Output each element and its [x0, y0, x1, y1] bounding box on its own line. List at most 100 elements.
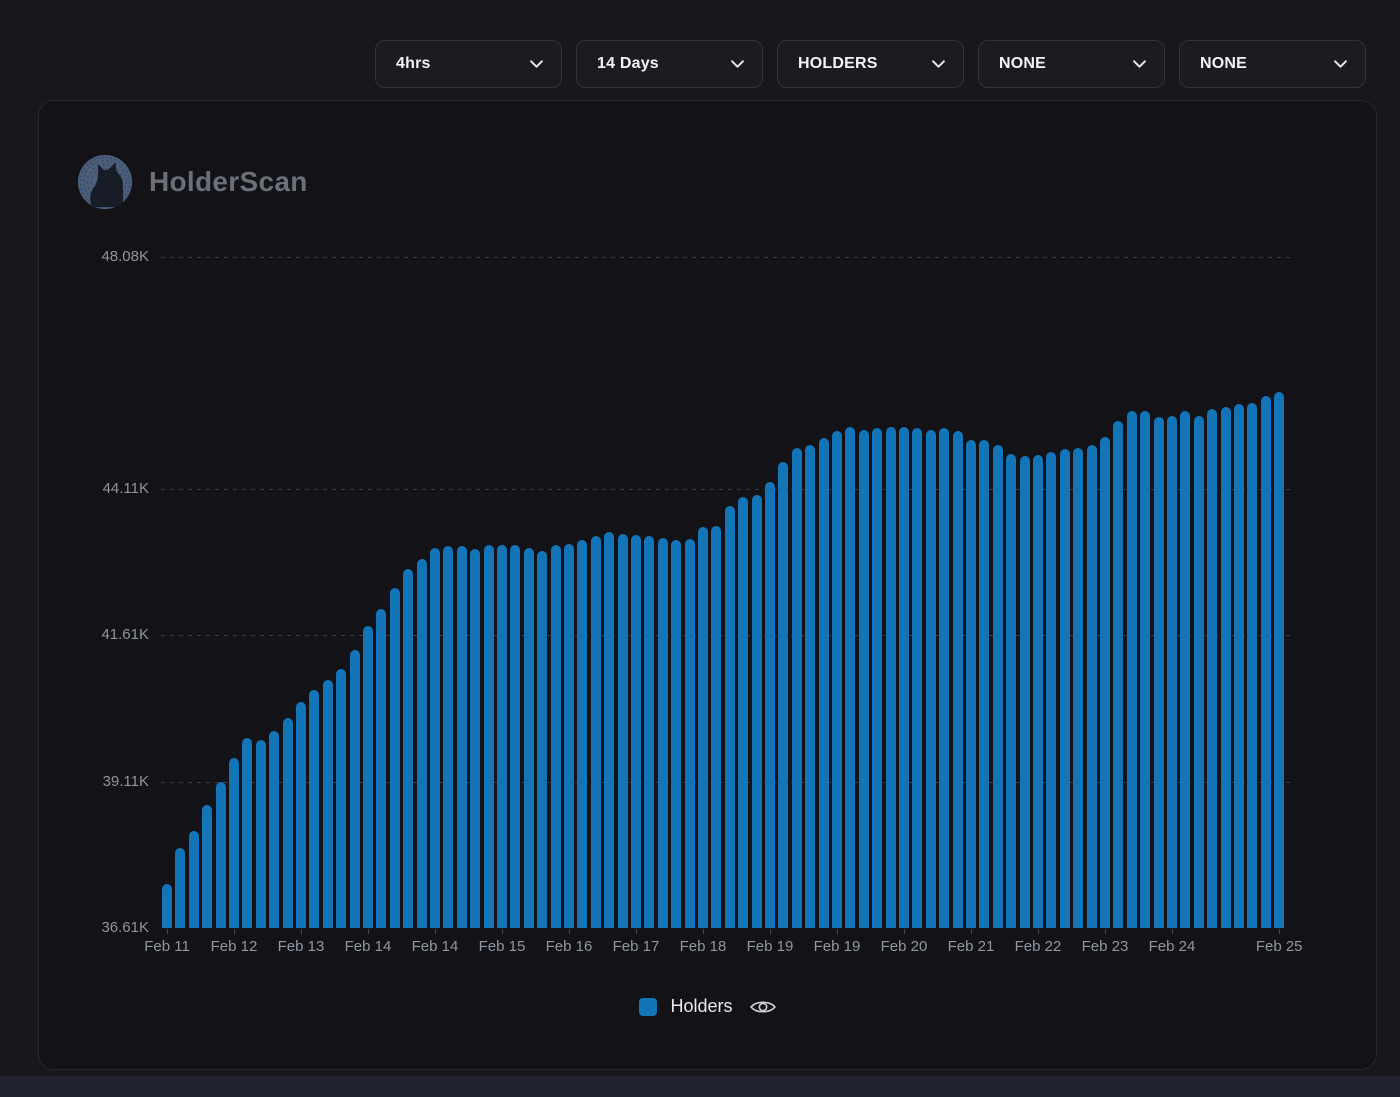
holders-bar[interactable]: [738, 497, 748, 928]
holders-bar[interactable]: [671, 540, 681, 928]
holders-bar[interactable]: [698, 527, 708, 928]
holders-bar[interactable]: [202, 805, 212, 928]
holders-bar[interactable]: [618, 534, 628, 928]
x-axis-tick: [234, 929, 235, 934]
holders-bar[interactable]: [1261, 396, 1271, 928]
holders-bar[interactable]: [1234, 404, 1244, 928]
x-axis-tick: [703, 929, 704, 934]
holders-bar[interactable]: [1247, 403, 1257, 928]
x-axis-label: Feb 19: [803, 937, 871, 957]
holders-bar[interactable]: [859, 430, 869, 928]
holders-bar[interactable]: [175, 848, 185, 928]
holders-bar[interactable]: [711, 526, 721, 928]
holders-bar[interactable]: [1127, 411, 1137, 928]
holders-bar[interactable]: [457, 546, 467, 928]
holders-bar[interactable]: [1274, 392, 1284, 928]
holders-bar[interactable]: [256, 740, 266, 928]
holders-bar[interactable]: [363, 626, 373, 928]
holders-bar[interactable]: [1207, 409, 1217, 928]
holders-bar[interactable]: [417, 559, 427, 928]
holders-bar[interactable]: [1113, 421, 1123, 928]
holders-bar[interactable]: [430, 548, 440, 928]
holders-bar[interactable]: [872, 428, 882, 928]
holders-bar[interactable]: [953, 431, 963, 928]
holders-bar[interactable]: [551, 545, 561, 928]
x-axis-label: Feb 11: [133, 937, 201, 957]
holders-bar[interactable]: [1100, 437, 1110, 928]
holders-bar[interactable]: [939, 428, 949, 928]
holders-bar[interactable]: [1060, 449, 1070, 928]
holders-bar[interactable]: [1073, 448, 1083, 928]
holders-bar[interactable]: [350, 650, 360, 928]
holders-bar[interactable]: [1020, 456, 1030, 928]
holders-bar[interactable]: [926, 430, 936, 928]
holders-bar[interactable]: [242, 738, 252, 928]
filter-row: 4hrs 14 Days HOLDERS NONE NONE: [375, 40, 1366, 88]
holders-bar[interactable]: [819, 438, 829, 928]
holders-bar[interactable]: [577, 540, 587, 928]
holders-bar[interactable]: [979, 440, 989, 928]
holders-bar[interactable]: [283, 718, 293, 928]
holders-bar[interactable]: [832, 431, 842, 928]
holders-bar[interactable]: [591, 536, 601, 928]
holders-bar[interactable]: [537, 551, 547, 928]
holders-bar[interactable]: [403, 569, 413, 928]
holders-bar[interactable]: [685, 539, 695, 928]
holders-bar[interactable]: [269, 731, 279, 928]
holders-bar[interactable]: [470, 549, 480, 928]
holders-bar[interactable]: [1180, 411, 1190, 928]
x-axis-label: Feb 14: [334, 937, 402, 957]
holders-bar[interactable]: [1046, 452, 1056, 928]
holders-bar[interactable]: [658, 538, 668, 928]
legend-swatch[interactable]: [639, 998, 657, 1016]
holders-bar[interactable]: [725, 506, 735, 928]
holders-bar[interactable]: [376, 609, 386, 928]
holders-bar[interactable]: [309, 690, 319, 928]
holders-bar[interactable]: [765, 482, 775, 928]
holders-bar[interactable]: [631, 535, 641, 928]
holders-bar[interactable]: [1221, 407, 1231, 928]
holders-bar[interactable]: [296, 702, 306, 928]
holders-bar[interactable]: [1033, 455, 1043, 928]
holders-bar[interactable]: [1140, 411, 1150, 928]
holders-bar[interactable]: [323, 680, 333, 928]
filter-dropdown-1[interactable]: 4hrs: [375, 40, 562, 88]
holders-bar[interactable]: [752, 495, 762, 928]
holders-bar[interactable]: [886, 427, 896, 928]
holders-bar[interactable]: [1194, 416, 1204, 928]
eye-icon[interactable]: [750, 998, 776, 1016]
holders-bar[interactable]: [390, 588, 400, 928]
holders-bar[interactable]: [162, 884, 172, 928]
filter-dropdown-4[interactable]: NONE: [978, 40, 1165, 88]
holders-bar[interactable]: [510, 545, 520, 928]
holders-bar[interactable]: [778, 462, 788, 928]
holders-bar[interactable]: [1087, 445, 1097, 928]
holders-bar[interactable]: [966, 440, 976, 928]
y-axis-label: 44.11K: [39, 480, 149, 498]
holders-bar[interactable]: [497, 545, 507, 928]
holders-bar[interactable]: [229, 758, 239, 928]
holders-bar[interactable]: [443, 546, 453, 928]
holders-bar[interactable]: [899, 427, 909, 928]
holders-bar[interactable]: [1006, 454, 1016, 928]
holders-bar[interactable]: [1154, 417, 1164, 928]
x-axis-tick: [636, 929, 637, 934]
holders-bar[interactable]: [524, 548, 534, 928]
holders-bar[interactable]: [604, 532, 614, 928]
holders-bar[interactable]: [189, 831, 199, 928]
holders-bar[interactable]: [564, 544, 574, 928]
filter-dropdown-5[interactable]: NONE: [1179, 40, 1366, 88]
filter-dropdown-2[interactable]: 14 Days: [576, 40, 763, 88]
filter-dropdown-3[interactable]: HOLDERS: [777, 40, 964, 88]
holders-bar[interactable]: [644, 536, 654, 928]
holders-bar[interactable]: [805, 445, 815, 928]
holders-bar[interactable]: [993, 445, 1003, 928]
holders-bar[interactable]: [1167, 416, 1177, 928]
holders-bar[interactable]: [792, 448, 802, 928]
holders-bar[interactable]: [912, 428, 922, 928]
holders-bar[interactable]: [336, 669, 346, 928]
holders-bar[interactable]: [216, 782, 226, 928]
holders-bar[interactable]: [484, 545, 494, 928]
holders-bar[interactable]: [845, 427, 855, 928]
x-axis-label: Feb 18: [669, 937, 737, 957]
